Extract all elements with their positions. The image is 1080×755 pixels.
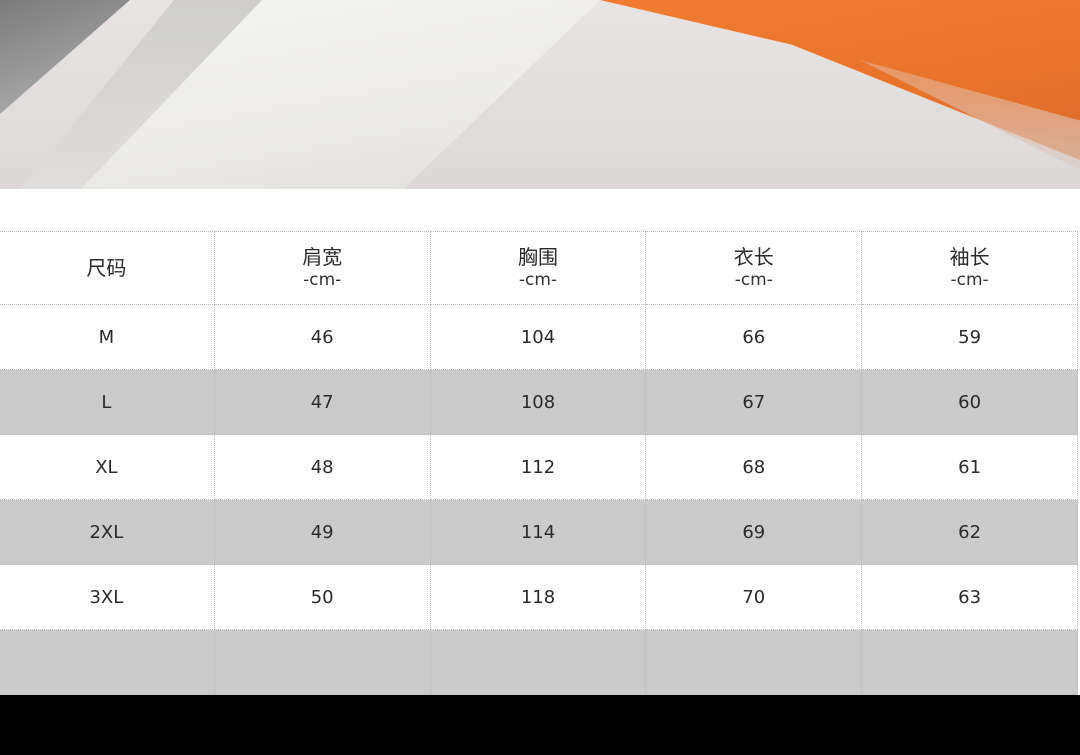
header-chest: 胸围 -cm-	[429, 231, 647, 305]
header-size: 尺码	[0, 231, 215, 305]
cell-empty	[645, 629, 863, 695]
header-label: 胸围	[517, 245, 558, 269]
page: 尺码 肩宽 -cm- 胸围 -cm- 衣长 -cm- 袖长 -cm- M 46 …	[0, 0, 1080, 755]
cell-sleeve: 61	[861, 434, 1078, 500]
cell-empty	[861, 629, 1078, 695]
header-label: 袖长	[949, 245, 990, 269]
size-chart: 尺码 肩宽 -cm- 胸围 -cm- 衣长 -cm- 袖长 -cm- M 46 …	[0, 189, 1080, 695]
header-label: 尺码	[86, 256, 127, 280]
cell-sleeve: 62	[861, 499, 1078, 565]
cell-size: XL	[0, 434, 215, 500]
header-label: 肩宽	[302, 245, 343, 269]
cell-length: 66	[645, 304, 863, 370]
header-unit: -cm-	[303, 270, 342, 290]
cell-shoulder: 47	[213, 369, 431, 435]
header-unit: -cm-	[734, 270, 773, 290]
cell-length: 68	[645, 434, 863, 500]
size-table: 尺码 肩宽 -cm- 胸围 -cm- 衣长 -cm- 袖长 -cm- M 46 …	[0, 231, 1078, 695]
cell-size: 2XL	[0, 499, 215, 565]
table-row: XL 48 112 68 61	[0, 434, 1078, 500]
cell-chest: 104	[429, 304, 647, 370]
cell-shoulder: 48	[213, 434, 431, 500]
header-unit: -cm-	[518, 270, 558, 290]
header-shoulder: 肩宽 -cm-	[213, 231, 431, 305]
header-label: 衣长	[733, 245, 774, 269]
table-empty-row	[0, 629, 1078, 695]
cell-length: 69	[645, 499, 863, 565]
cell-length: 70	[645, 564, 863, 630]
table-row: 2XL 49 114 69 62	[0, 499, 1078, 565]
cell-size: 3XL	[0, 564, 215, 630]
cell-empty	[213, 629, 431, 695]
table-row: M 46 104 66 59	[0, 304, 1078, 370]
cell-size: L	[0, 369, 215, 435]
cell-size: M	[0, 304, 215, 370]
table-row: L 47 108 67 60	[0, 369, 1078, 435]
header-length: 衣长 -cm-	[645, 231, 863, 305]
product-photo	[0, 0, 1080, 190]
photo-orange-box	[600, 0, 1080, 160]
cell-shoulder: 46	[213, 304, 431, 370]
cell-sleeve: 63	[861, 564, 1078, 630]
cell-chest: 114	[429, 499, 647, 565]
cell-length: 67	[645, 369, 863, 435]
table-header-row: 尺码 肩宽 -cm- 胸围 -cm- 衣长 -cm- 袖长 -cm-	[0, 231, 1078, 305]
bottom-black-bar	[0, 695, 1080, 755]
cell-empty	[429, 629, 647, 695]
header-unit: -cm-	[950, 270, 989, 290]
cell-sleeve: 60	[861, 369, 1078, 435]
cell-chest: 108	[429, 369, 647, 435]
header-sleeve: 袖长 -cm-	[861, 231, 1078, 305]
cell-chest: 118	[429, 564, 647, 630]
cell-shoulder: 49	[213, 499, 431, 565]
cell-shoulder: 50	[213, 564, 431, 630]
cell-empty	[0, 629, 215, 695]
cell-sleeve: 59	[861, 304, 1078, 370]
cell-chest: 112	[429, 434, 647, 500]
table-row: 3XL 50 118 70 63	[0, 564, 1078, 630]
